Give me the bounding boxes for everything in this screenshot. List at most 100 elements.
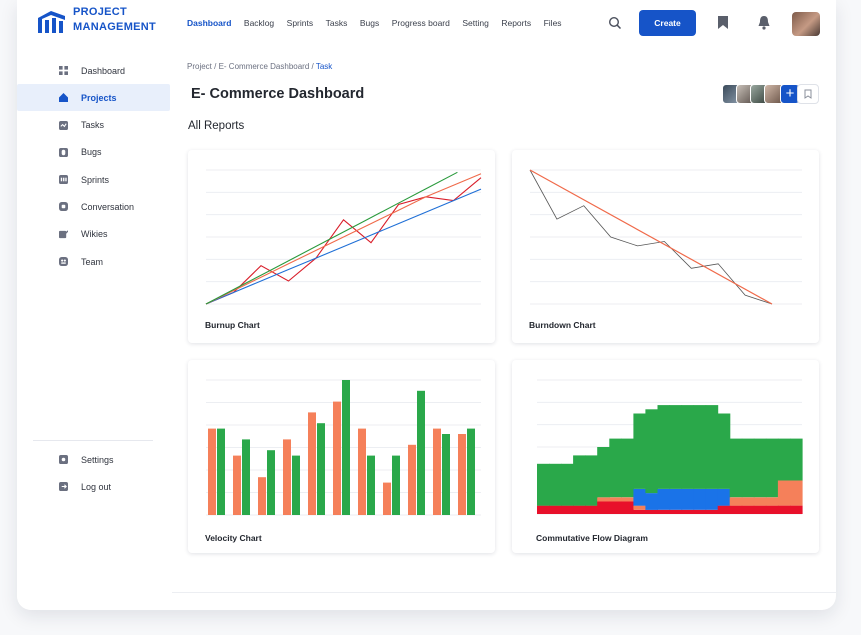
breadcrumb-project[interactable]: Project: [187, 62, 212, 71]
flow-band: [573, 455, 586, 506]
flow-band: [717, 488, 731, 506]
flow-band: [777, 438, 791, 481]
sidebar-item-wikies[interactable]: Wikies: [17, 221, 172, 248]
sidebar-divider: [33, 440, 153, 441]
create-button[interactable]: Create: [639, 10, 696, 36]
flow-band: [693, 488, 707, 510]
sidebar-item-bugs[interactable]: Bugs: [17, 139, 172, 166]
flow-band: [729, 505, 743, 514]
sidebar-item-projects[interactable]: Projects: [17, 84, 170, 112]
velocity-bar: [333, 401, 341, 515]
tab-backlog[interactable]: Backlog: [244, 18, 274, 28]
bell-icon[interactable]: [757, 15, 771, 30]
logout-icon: [59, 482, 68, 492]
flow-band: [693, 509, 707, 514]
flow-band: [585, 455, 598, 506]
velocity-bar: [342, 380, 350, 515]
velocity-bar: [217, 428, 225, 515]
velocity-bar: [367, 455, 375, 515]
sidebar-item-settings[interactable]: Settings: [17, 446, 172, 473]
flow-band: [777, 505, 791, 514]
flow-band: [741, 505, 755, 514]
flow-band: [741, 497, 755, 506]
sidebar-item-conversation[interactable]: Conversation: [17, 193, 172, 220]
burnup-chart: [205, 169, 482, 305]
chart-title: Burndown Chart: [529, 320, 596, 330]
tab-setting[interactable]: Setting: [462, 18, 488, 28]
velocity-bar: [267, 450, 275, 515]
sidebar-item-label: Tasks: [81, 120, 105, 131]
user-avatar[interactable]: [792, 12, 820, 36]
velocity-bar: [417, 390, 425, 515]
flow-band: [669, 488, 683, 510]
burnup-chart-card[interactable]: Burnup Chart: [188, 150, 495, 343]
search-icon[interactable]: [608, 16, 622, 30]
sprint-icon: [59, 175, 68, 185]
breadcrumb-current: Task: [315, 62, 333, 71]
sidebar-item-logout[interactable]: Log out: [17, 473, 172, 500]
flow-band: [790, 505, 803, 514]
tab-bugs[interactable]: Bugs: [360, 18, 379, 28]
bookmark-outline-icon: [804, 89, 812, 99]
velocity-chart-card[interactable]: Velocity Chart: [188, 360, 495, 553]
sidebar-item-sprints[interactable]: Sprints: [17, 166, 172, 193]
bookmark-icon[interactable]: [717, 15, 729, 30]
tab-progress-board[interactable]: Progress board: [392, 18, 450, 28]
flow-band: [693, 405, 707, 489]
tab-tasks[interactable]: Tasks: [326, 18, 348, 28]
flow-band: [705, 488, 719, 510]
flow-band: [609, 497, 622, 502]
flow-band: [765, 438, 779, 498]
sidebar-bottom-nav: Settings Log out: [17, 446, 172, 501]
velocity-bar: [208, 428, 216, 515]
flow-band: [561, 505, 574, 514]
flow-band: [537, 463, 550, 506]
grid-icon: [59, 66, 68, 75]
velocity-bar: [408, 444, 416, 515]
flow-band: [597, 447, 610, 498]
bookmark-page-button[interactable]: [797, 84, 819, 104]
series-line: [205, 173, 482, 305]
member-avatars: +: [722, 84, 800, 104]
sidebar-item-label: Wikies: [81, 229, 108, 240]
bug-icon: [59, 147, 68, 157]
flow-band: [549, 463, 562, 506]
tab-files[interactable]: Files: [544, 18, 562, 28]
flow-band: [657, 405, 671, 489]
wiki-icon: [59, 230, 68, 238]
sidebar-item-tasks[interactable]: Tasks: [17, 112, 172, 139]
flow-band: [645, 509, 658, 514]
home-icon: [59, 93, 68, 103]
velocity-bar: [258, 477, 266, 515]
tab-sprints[interactable]: Sprints: [287, 18, 313, 28]
velocity-bar: [283, 439, 291, 515]
app-logo[interactable]: PROJECT MANAGEMENT: [37, 6, 156, 36]
flow-band: [549, 505, 562, 514]
flow-band: [609, 501, 622, 514]
velocity-chart: [206, 379, 481, 516]
flow-band: [753, 505, 767, 514]
sidebar-item-team[interactable]: Team: [17, 248, 172, 275]
velocity-bar: [308, 412, 316, 515]
flow-band: [633, 505, 646, 510]
flow-band: [597, 497, 610, 502]
flow-band: [537, 505, 550, 514]
flow-band: [741, 438, 755, 498]
tab-dashboard[interactable]: Dashboard: [187, 18, 231, 28]
section-title: All Reports: [188, 120, 245, 132]
velocity-bar: [358, 428, 366, 515]
breadcrumb-page[interactable]: E- Commerce Dashboard: [219, 62, 310, 71]
sidebar-item-dashboard[interactable]: Dashboard: [17, 57, 172, 84]
chart-title: Commutative Flow Diagram: [536, 533, 648, 543]
sidebar-item-label: Log out: [81, 481, 112, 492]
cfd-chart-card[interactable]: Commutative Flow Diagram: [512, 360, 819, 553]
flow-band: [621, 438, 634, 498]
flow-band: [633, 488, 646, 506]
flow-band: [705, 509, 719, 514]
tab-reports[interactable]: Reports: [501, 18, 531, 28]
sidebar-item-label: Sprints: [81, 174, 110, 185]
app-window: PROJECT MANAGEMENT Dashboard Projects Ta…: [17, 0, 836, 610]
flow-band: [777, 480, 791, 506]
burndown-chart-card[interactable]: Burndown Chart: [512, 150, 819, 343]
sidebar-item-label: Conversation: [81, 201, 135, 212]
